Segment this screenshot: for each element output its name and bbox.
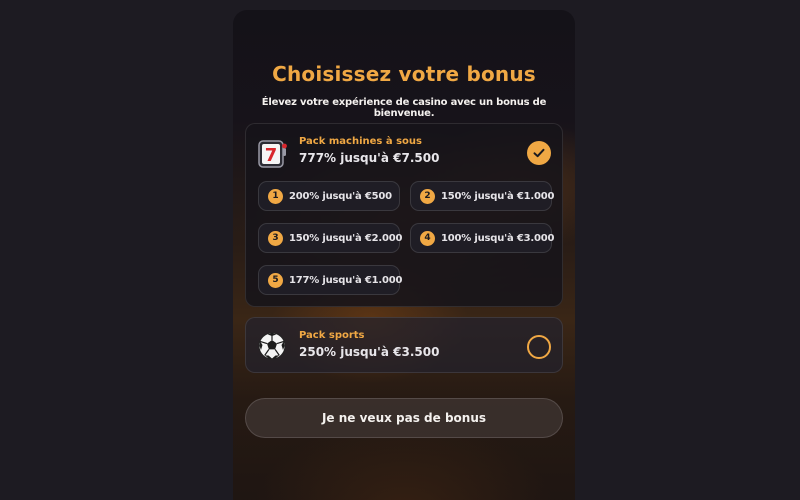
option-number-badge: 4 — [420, 230, 435, 246]
soccer-ball-icon — [256, 330, 288, 362]
option-number-badge: 1 — [268, 188, 283, 204]
option-number-badge: 2 — [420, 188, 435, 204]
option-label: 150% jusqu'à €1.000 — [441, 190, 555, 202]
pack-name: Pack machines à sous — [299, 136, 422, 147]
option-label: 200% jusqu'à €500 — [289, 190, 392, 202]
selected-check-icon[interactable] — [527, 141, 551, 165]
select-radio[interactable] — [527, 335, 551, 359]
modal-title: Choisissez votre bonus — [272, 62, 536, 86]
bonus-option-2[interactable]: 2 150% jusqu'à €1.000 — [410, 181, 555, 211]
pack-amount: 250% jusqu'à €3.500 — [299, 345, 440, 359]
no-bonus-button[interactable]: Je ne veux pas de bonus — [245, 398, 563, 438]
svg-text:7: 7 — [265, 145, 278, 166]
pack-card-sports[interactable]: Pack sports 250% jusqu'à €3.500 — [245, 317, 563, 373]
pack-name: Pack sports — [299, 330, 365, 341]
bonus-option-4[interactable]: 4 100% jusqu'à €3.000 — [410, 223, 555, 253]
bonus-option-3[interactable]: 3 150% jusqu'à €2.000 — [258, 223, 403, 253]
option-label: 150% jusqu'à €2.000 — [289, 232, 403, 244]
modal-subtitle: Élevez votre expérience de casino avec u… — [261, 97, 547, 119]
bonus-option-5[interactable]: 5 177% jusqu'à €1.000 — [258, 265, 403, 295]
option-number-badge: 3 — [268, 230, 283, 246]
option-label: 177% jusqu'à €1.000 — [289, 274, 403, 286]
bonus-modal: Choisissez votre bonus Élevez votre expé… — [233, 10, 575, 500]
pack-amount: 777% jusqu'à €7.500 — [299, 151, 440, 165]
pack-card-slots[interactable]: 7 Pack machines à sous 777% jusqu'à €7.5… — [245, 123, 563, 307]
option-number-badge: 5 — [268, 272, 283, 288]
bonus-option-1[interactable]: 1 200% jusqu'à €500 — [258, 181, 400, 211]
option-label: 100% jusqu'à €3.000 — [441, 232, 555, 244]
slot-777-icon: 7 — [256, 138, 288, 170]
